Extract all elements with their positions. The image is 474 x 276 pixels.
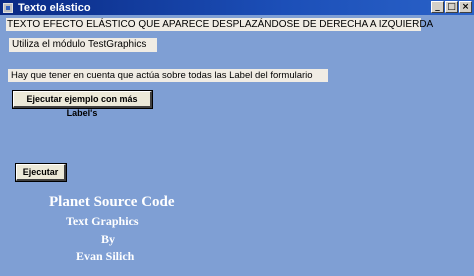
close-button[interactable]: × [459,1,472,13]
window-title: Texto elástico [18,1,91,14]
main-window: Texto elástico _ □ × TEXTO EFECTO ELÁSTI… [0,0,474,276]
note-label: Hay que tener en cuenta que actúa sobre … [8,69,328,82]
credit-text-graphics: Text Graphics [66,214,139,228]
credit-by: By [101,232,116,246]
credit-author: Evan Silich [76,249,135,263]
run-example-button[interactable]: Ejecutar ejemplo con más Label's [12,90,153,118]
title-bar[interactable]: Texto elástico _ □ × [0,0,474,15]
window-controls: _ □ × [431,1,472,13]
maximize-button[interactable]: □ [445,1,458,13]
credit-planet-source-code: Planet Source Code [49,194,175,210]
module-label: Utiliza el módulo TestGraphics [9,38,157,52]
run-button[interactable]: Ejecutar [15,163,67,182]
minimize-button[interactable]: _ [431,1,444,13]
app-window-icon[interactable] [3,2,13,13]
heading-label: TEXTO EFECTO ELÁSTICO QUE APARECE DESPLA… [6,18,434,31]
